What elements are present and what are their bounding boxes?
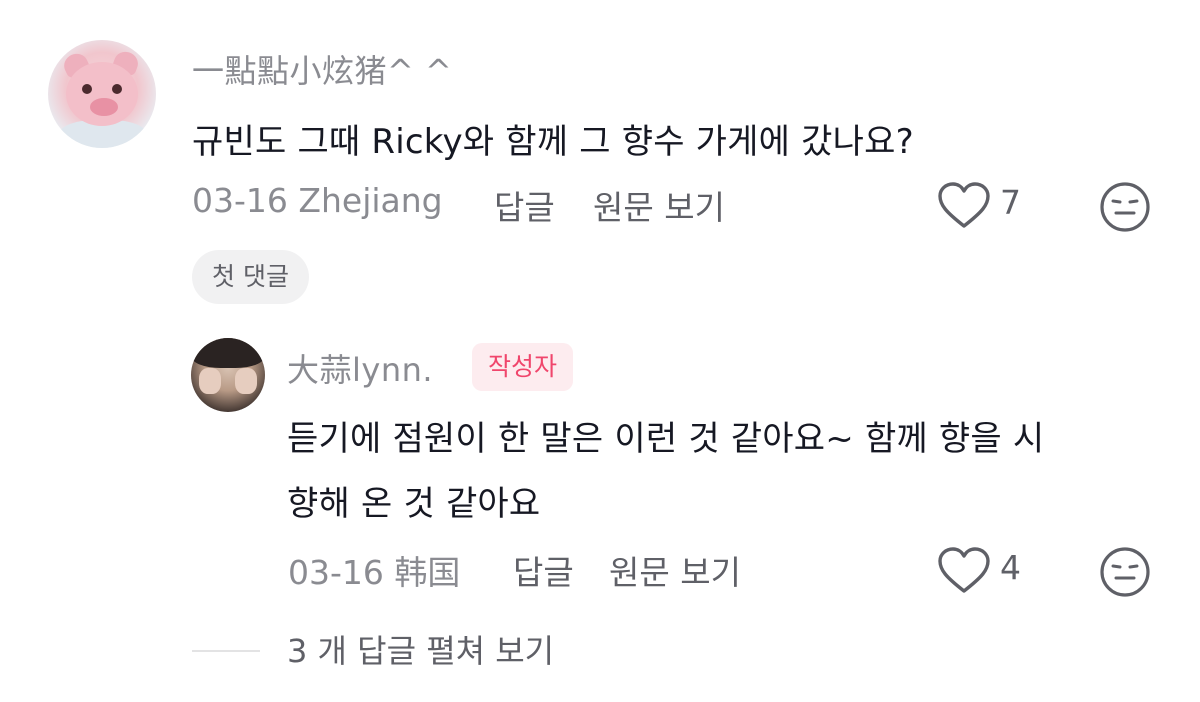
reply-text-line-2: 향해 온 것 같아요 <box>287 484 541 524</box>
comment-reply-button[interactable]: 답글 <box>494 181 555 229</box>
avatar-pig-eye-right <box>112 84 122 94</box>
reply-date-location: 03-16 韩国 <box>288 553 461 592</box>
commenter-username[interactable]: 一點點小炫猪^ ^ <box>192 46 452 92</box>
avatar-hair <box>191 338 265 368</box>
avatar-hand-right <box>235 368 257 394</box>
comment-text: 규빈도 그때 Ricky와 함께 그 향수 가게에 갔나요? <box>192 122 914 162</box>
avatar-pig-eye-left <box>82 84 92 94</box>
avatar-hand-left <box>199 368 221 394</box>
comment-like-button[interactable] <box>936 181 992 231</box>
reply-reaction-button[interactable] <box>1098 545 1152 599</box>
comment-date-location: 03-16 Zhejiang <box>192 181 443 220</box>
first-comment-badge: 첫 댓글 <box>192 250 309 304</box>
expand-replies-button[interactable]: 3 개 답글 펼쳐 보기 <box>287 626 554 672</box>
reply-view-original-button[interactable]: 원문 보기 <box>609 546 741 594</box>
commenter-avatar[interactable] <box>48 40 156 148</box>
reply-like-count: 4 <box>1000 548 1021 587</box>
reply-text-line-1: 듣기에 점원이 한 말은 이런 것 같아요~ 함께 향을 시 <box>287 419 1045 459</box>
neutral-face-icon <box>1100 182 1150 232</box>
reply-author-avatar[interactable] <box>191 338 265 412</box>
avatar-pig-snout <box>90 98 118 116</box>
heart-outline-icon <box>938 547 990 593</box>
comment-view-original-button[interactable]: 원문 보기 <box>593 181 725 229</box>
expand-divider <box>192 650 260 652</box>
neutral-face-icon <box>1100 547 1150 597</box>
reply-reply-button[interactable]: 답글 <box>513 546 574 594</box>
avatar-pig-head <box>66 62 138 126</box>
reply-username[interactable]: 大蒜lynn. <box>287 345 433 391</box>
reply-like-button[interactable] <box>936 546 992 596</box>
comment-reaction-button[interactable] <box>1098 180 1152 234</box>
heart-outline-icon <box>938 182 990 228</box>
comment-like-count: 7 <box>1000 183 1021 222</box>
author-badge: 작성자 <box>472 343 574 391</box>
